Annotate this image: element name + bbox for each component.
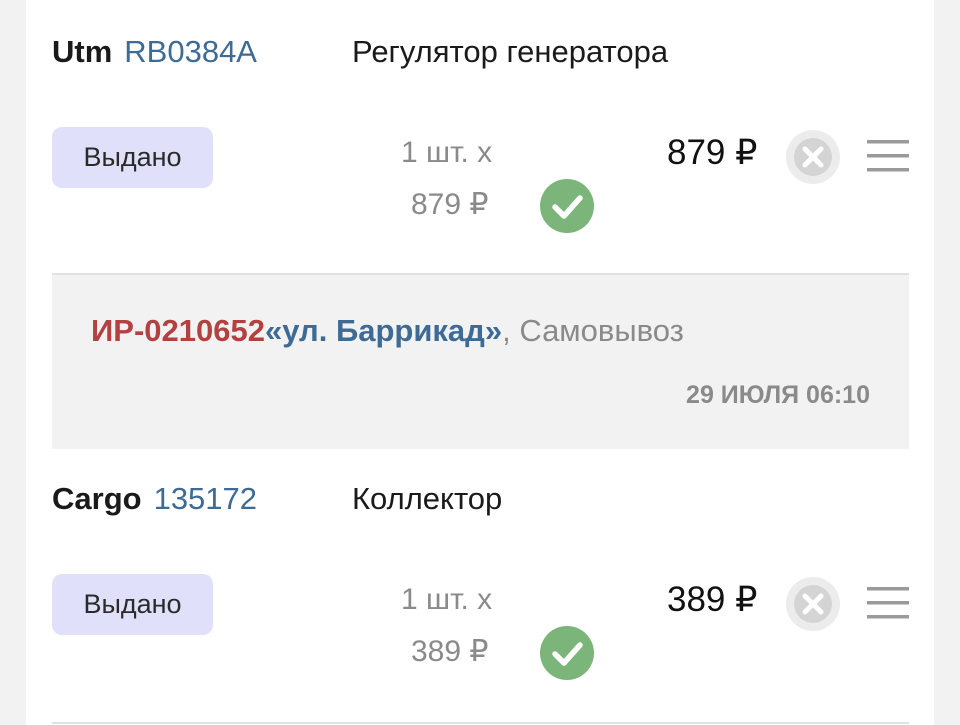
check-circle-icon — [540, 626, 594, 680]
status-badge: Выдано — [52, 574, 213, 635]
item-total-price: 389 ₽ — [667, 580, 758, 619]
item-article-link[interactable]: 135172 — [154, 481, 257, 517]
pickup-store-link[interactable]: «ул. Баррикад» — [265, 313, 502, 348]
item-header: Utm RB0384A Регулятор генератора — [52, 32, 668, 72]
delivery-method: Самовывоз — [519, 313, 684, 348]
pickup-separator: , — [502, 313, 520, 348]
item-quantity: 1 шт. x — [401, 583, 493, 616]
check-circle-icon — [540, 179, 594, 233]
item-total-price: 879 ₽ — [667, 133, 758, 172]
remove-circle-icon[interactable] — [785, 576, 841, 632]
item-unit-price: 879 ₽ — [411, 188, 489, 221]
pickup-info: ИР-0210652«ул. Баррикад», Самовывоз 29 И… — [52, 273, 909, 449]
item-header: Cargo 135172 Коллектор — [52, 479, 502, 519]
item-product-name: Регулятор генератора — [352, 34, 669, 69]
pickup-line: ИР-0210652«ул. Баррикад», Самовывоз — [91, 313, 684, 349]
status-badge: Выдано — [52, 127, 213, 188]
divider — [52, 722, 909, 724]
remove-circle-icon[interactable] — [785, 129, 841, 185]
item-brand: Cargo — [52, 481, 142, 516]
order-number: ИР-0210652 — [91, 313, 265, 348]
menu-lines-icon[interactable] — [867, 140, 909, 172]
item-unit-price: 389 ₽ — [411, 635, 489, 668]
item-product-name: Коллектор — [352, 481, 503, 516]
orders-card: Utm RB0384A Регулятор генератора Выдано … — [26, 0, 934, 725]
menu-lines-icon[interactable] — [867, 587, 909, 619]
pickup-date: 29 ИЮЛЯ 06:10 — [686, 381, 870, 409]
item-brand: Utm — [52, 34, 113, 69]
item-quantity: 1 шт. x — [401, 136, 493, 169]
item-article-link[interactable]: RB0384A — [124, 34, 257, 70]
